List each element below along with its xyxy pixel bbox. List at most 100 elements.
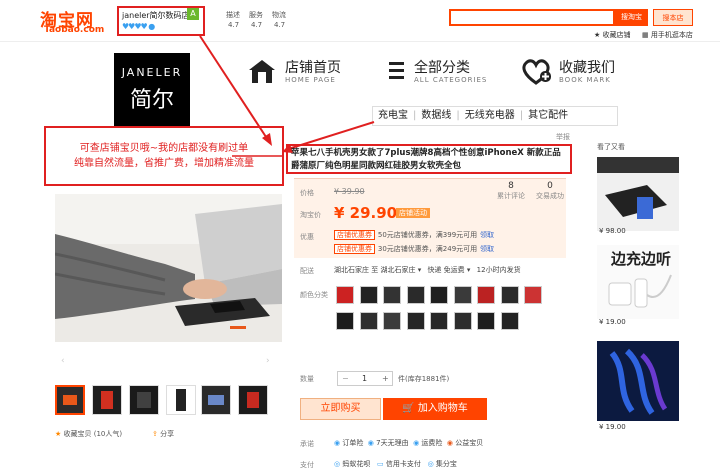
share-link[interactable]: ⇪ 分享 [152, 429, 174, 439]
color-swatch[interactable] [453, 312, 472, 330]
coupon-get-link[interactable]: 领取 [480, 231, 494, 239]
sidebar-product-price: ¥ 98.00 [599, 227, 626, 235]
image-pager-active [230, 326, 246, 329]
fav-item-link[interactable]: ★ 收藏宝贝 (10人气) [55, 429, 122, 439]
thumbnail[interactable] [129, 385, 159, 415]
color-swatch[interactable] [406, 286, 425, 304]
ship-fee: 快递 免运费 [427, 266, 465, 274]
annotation-line2: 纯靠自然流量，省推广费，增加精准流量 [74, 158, 254, 169]
jifenbao-icon: ◎ [427, 460, 434, 468]
ship-to-select[interactable]: 至 湖北石家庄 ▾ [371, 266, 421, 274]
sidebar-product[interactable]: 边充边听 ¥ 19.00 [597, 245, 679, 326]
add-to-cart-button[interactable]: 🛒 加入购物车 [383, 398, 487, 420]
sales-label: 交易成功 [536, 192, 564, 200]
card-icon: ▭ [377, 460, 384, 468]
sidebar-product[interactable]: ¥ 98.00 [597, 157, 679, 235]
coupon-row: 店铺优惠券 50元店铺优惠券，满399元可用 领取 [334, 230, 494, 240]
promise-item[interactable]: 公益宝贝 [455, 439, 483, 447]
color-swatch[interactable] [359, 312, 378, 330]
share-icon: ⇪ [152, 430, 161, 438]
annotation-box: 可查店铺宝贝哦~我的店都没有刷过单 纯靠自然流量，省推广费，增加精准流量 [44, 126, 284, 186]
qty-plus-button[interactable]: + [382, 374, 389, 383]
color-swatch[interactable] [359, 286, 378, 304]
sales-count: 0 [547, 181, 553, 191]
color-swatch[interactable] [453, 286, 472, 304]
pay-item[interactable]: 集分宝 [436, 460, 457, 468]
buy-now-button[interactable]: 立即购买 [300, 398, 381, 420]
page: 淘宝网 Taobao.com janeler简尔数码店 A ♥♥♥♥ ● 描述 … [0, 0, 720, 475]
next-arrow-icon[interactable]: › [266, 356, 270, 366]
coupon-label: 优惠 [300, 233, 314, 241]
promise-row: ◉ 订单险 ◉ 7天无理由 ◉ 运费险 ◉ 公益宝贝 [334, 438, 483, 448]
sidebar-product-price: ¥ 19.00 [599, 423, 626, 431]
sales-stat: 0 交易成功 [536, 181, 564, 201]
watermark-text: 知乎 @苏铭 [597, 434, 678, 452]
ship-from: 湖北石家庄 [334, 266, 369, 274]
shield-icon: ◉ [413, 439, 420, 447]
color-label: 颜色分类 [300, 291, 328, 299]
thumbnail[interactable] [238, 385, 268, 415]
color-swatch[interactable] [383, 286, 401, 304]
pay-item[interactable]: 蚂蚁花呗 [342, 460, 370, 468]
ship-label: 配送 [300, 267, 314, 275]
star-icon: ★ [55, 430, 64, 438]
shield-icon: ◉ [334, 439, 341, 447]
sidebar-product-caption: 边充边听 [611, 250, 672, 268]
sidebar-product[interactable]: ¥ 19.00 [597, 341, 679, 431]
sale-price-label: 淘宝价 [300, 211, 321, 219]
pay-row: ◎ 蚂蚁花呗 ▭ 信用卡支付 ◎ 集分宝 [334, 459, 457, 469]
color-swatch[interactable] [430, 312, 448, 330]
thumbnail[interactable] [201, 385, 231, 415]
pay-item[interactable]: 信用卡支付 [386, 460, 421, 468]
coupon-text: 30元店铺优惠券，满249元可用 [377, 245, 478, 253]
price-tag: 店铺活动 [396, 208, 430, 218]
coupon-get-link[interactable]: 领取 [480, 245, 494, 253]
color-swatch[interactable] [500, 312, 519, 330]
cart-icon: 🛒 [402, 403, 418, 414]
promise-item[interactable]: 订单险 [342, 439, 363, 447]
ship-row: 湖北石家庄 至 湖北石家庄 ▾ 快递 免运费 ▾ 12小时内发货 [334, 265, 521, 275]
price-label: 价格 [300, 189, 314, 197]
price-panel-border [294, 178, 566, 179]
shield-icon: ◉ [367, 439, 374, 447]
qty-value[interactable]: 1 [362, 374, 367, 383]
coupon-text: 50元店铺优惠券，满399元可用 [377, 231, 478, 239]
promise-item[interactable]: 运费险 [421, 439, 442, 447]
color-swatch[interactable] [336, 286, 354, 304]
thumbnail[interactable] [92, 385, 122, 415]
thumbnail[interactable] [55, 385, 85, 415]
ship-time: 12小时内发货 [476, 266, 521, 274]
color-swatch[interactable] [477, 312, 495, 330]
color-swatch[interactable] [336, 312, 354, 330]
thumbnail[interactable] [166, 385, 196, 415]
chevron-down-icon: ▾ [466, 266, 471, 274]
coupon-tag: 店铺优惠券 [334, 230, 375, 240]
old-price: ¥ 39.90 [334, 187, 365, 196]
pay-label: 支付 [300, 461, 314, 469]
report-link[interactable]: 举报 [556, 132, 570, 142]
review-count: 8 [508, 181, 514, 191]
promise-item[interactable]: 7天无理由 [376, 439, 408, 447]
sidebar-product-image [597, 157, 679, 231]
color-swatch[interactable] [383, 312, 401, 330]
prev-arrow-icon[interactable]: ‹ [61, 356, 65, 366]
main-product-image[interactable] [55, 194, 282, 342]
color-swatch[interactable] [477, 286, 495, 304]
see-also-title: 看了又看 [597, 143, 625, 151]
review-label: 累计评论 [497, 192, 525, 200]
color-swatch[interactable] [500, 286, 519, 304]
stock-text: 件(库存1881件) [398, 375, 450, 383]
color-swatch[interactable] [524, 286, 542, 304]
qty-label: 数量 [300, 375, 314, 383]
sale-price: ¥ 29.90 [334, 204, 398, 222]
chevron-down-icon: ▾ [417, 266, 422, 274]
sidebar-product-price: ¥ 19.00 [599, 318, 626, 326]
promise-label: 承诺 [300, 440, 314, 448]
color-swatch[interactable] [430, 286, 448, 304]
qty-stepper[interactable]: − 1 + [337, 371, 393, 386]
qty-minus-button[interactable]: − [342, 374, 349, 383]
review-stat[interactable]: 8 累计评论 [497, 181, 525, 201]
product-photo [55, 194, 282, 342]
annotation-line1: 可查店铺宝贝哦~我的店都没有刷过单 [79, 143, 249, 154]
color-swatch[interactable] [406, 312, 425, 330]
